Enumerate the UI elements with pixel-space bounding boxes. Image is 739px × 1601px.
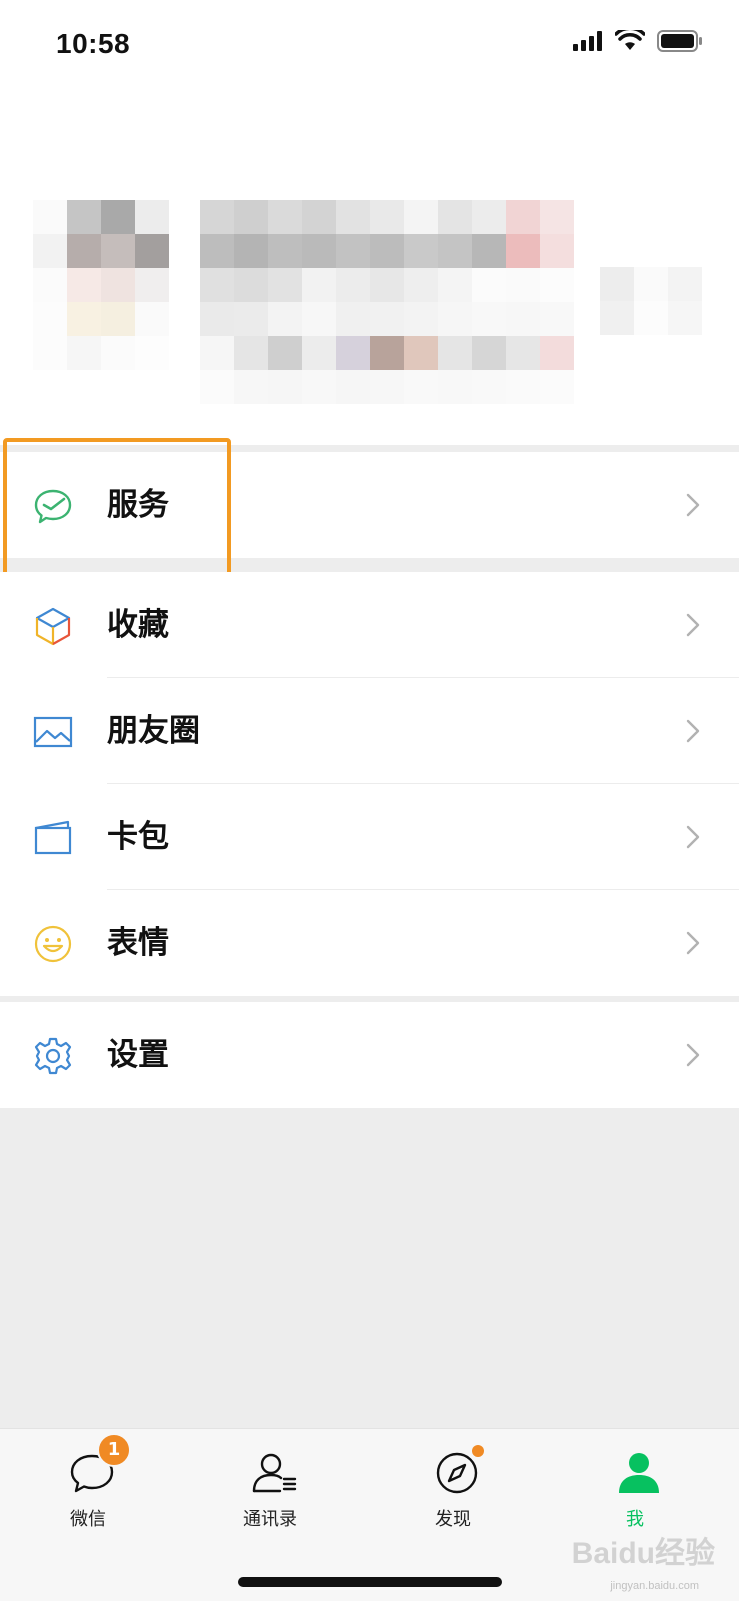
- qr-code-blurred: [600, 267, 702, 335]
- wifi-icon: [615, 30, 645, 50]
- bottom-tab-bar: 1 微信 通讯录 发现 我: [0, 1428, 739, 1601]
- baidu-watermark: Baidu经验: [571, 1537, 715, 1570]
- menu-group-settings: 设置: [0, 1002, 739, 1108]
- emoji-face-icon: [34, 925, 72, 963]
- chevron-right-icon: [686, 613, 700, 637]
- menu-item-stickers[interactable]: 表情: [0, 890, 739, 996]
- compass-icon: [436, 1452, 478, 1494]
- tab-label-discover: 发现: [435, 1509, 471, 1530]
- menu-item-card-wallet[interactable]: 卡包: [0, 784, 739, 890]
- chevron-right-icon: [686, 493, 700, 517]
- profile-header[interactable]: [0, 95, 739, 445]
- contacts-icon: [252, 1453, 297, 1493]
- tutorial-highlight-box: [3, 438, 231, 578]
- chevron-right-icon: [686, 931, 700, 955]
- favorites-cube-icon: [35, 607, 71, 646]
- profile-name-blurred: [200, 200, 574, 404]
- tab-discover[interactable]: 发现: [388, 1429, 518, 1549]
- menu-label-card-wallet: 卡包: [107, 819, 169, 855]
- tab-label-chats: 微信: [70, 1509, 106, 1530]
- unread-badge: 1: [97, 1433, 131, 1467]
- baidu-watermark-url: jingyan.baidu.com: [610, 1580, 699, 1592]
- settings-gear-icon: [34, 1037, 72, 1075]
- home-indicator[interactable]: [238, 1577, 502, 1587]
- menu-label-moments: 朋友圈: [107, 713, 200, 749]
- status-bar: 10:58: [0, 0, 739, 95]
- menu-item-moments[interactable]: 朋友圈: [0, 678, 739, 784]
- battery-icon: [657, 30, 702, 52]
- tab-label-contacts: 通讯录: [243, 1509, 297, 1530]
- notification-dot: [472, 1445, 484, 1457]
- chevron-right-icon: [686, 719, 700, 743]
- menu-label-settings: 设置: [107, 1037, 169, 1073]
- menu-group-main: 收藏 朋友圈 卡包 表情: [0, 572, 739, 996]
- me-person-icon: [619, 1453, 659, 1493]
- tab-contacts[interactable]: 通讯录: [205, 1429, 335, 1549]
- cellular-signal-icon: [573, 31, 602, 51]
- tab-chats[interactable]: 1 微信: [23, 1429, 153, 1549]
- moments-image-icon: [33, 716, 73, 748]
- menu-label-stickers: 表情: [107, 925, 169, 961]
- chevron-right-icon: [686, 825, 700, 849]
- card-wallet-icon: [34, 820, 72, 855]
- avatar: [33, 200, 169, 370]
- status-time: 10:58: [56, 28, 131, 59]
- menu-label-favorites: 收藏: [107, 607, 169, 643]
- menu-item-favorites[interactable]: 收藏: [0, 572, 739, 678]
- chevron-right-icon: [686, 1043, 700, 1067]
- menu-item-settings[interactable]: 设置: [0, 1002, 739, 1108]
